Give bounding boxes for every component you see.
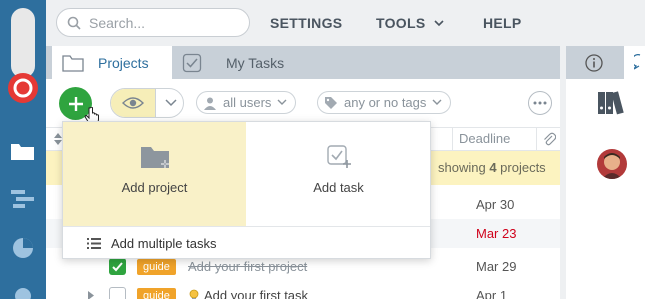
right-panel-tabs xyxy=(566,46,645,79)
sort-icon[interactable] xyxy=(54,133,62,145)
info-icon xyxy=(584,53,603,72)
chevron-down-icon xyxy=(432,99,442,105)
attachments-column-header[interactable] xyxy=(536,128,560,150)
toolbar: all users any or no tags xyxy=(46,79,560,127)
tab-my-tasks[interactable]: My Tasks xyxy=(182,46,284,79)
task-checkbox-checked[interactable] xyxy=(109,258,126,275)
chat-icon xyxy=(634,54,641,70)
row-deadline: Apr 1 xyxy=(476,288,508,299)
chat-tab[interactable] xyxy=(624,46,645,79)
sidebar-timeline-icon[interactable] xyxy=(7,183,39,215)
nav-tools[interactable]: TOOLS xyxy=(376,15,445,31)
tags-filter[interactable]: any or no tags xyxy=(317,91,452,114)
tag-badge[interactable]: guide xyxy=(137,259,176,275)
add-project-option[interactable]: Add project xyxy=(63,122,246,226)
tab-my-tasks-label: My Tasks xyxy=(226,54,285,71)
deadline-column-header[interactable]: Deadline xyxy=(452,128,536,150)
add-menu-popup: Add project Add task Add multiple tasks xyxy=(62,121,431,259)
table-row[interactable]: guide Add your first task Apr 1 xyxy=(46,281,560,299)
nav-help[interactable]: HELP xyxy=(483,15,522,31)
row-deadline: Mar 29 xyxy=(476,259,517,274)
task-checkbox[interactable] xyxy=(109,287,126,299)
users-filter-label: all users xyxy=(223,95,272,110)
results-count-text: showing 4 projects xyxy=(438,151,546,185)
banner-suffix: projects xyxy=(496,160,546,175)
chevron-down-icon xyxy=(434,20,444,27)
add-multiple-tasks-label: Add multiple tasks xyxy=(111,235,217,251)
tags-filter-label: any or no tags xyxy=(344,95,427,110)
checkbox-icon xyxy=(182,53,202,72)
sidebar-settings-icon[interactable] xyxy=(7,280,39,299)
tab-projects[interactable]: Projects xyxy=(52,46,172,79)
right-panel xyxy=(566,46,645,299)
add-task-label: Add task xyxy=(313,180,364,195)
eye-icon xyxy=(122,97,144,109)
row-deadline-overdue: Mar 23 xyxy=(476,226,517,241)
row-deadline: Apr 30 xyxy=(476,197,515,212)
main-tabs: Projects My Tasks xyxy=(46,46,560,79)
plus-icon xyxy=(68,96,83,111)
view-mode-toggle[interactable] xyxy=(110,88,184,118)
eye-icon-button[interactable] xyxy=(111,89,155,117)
more-icon xyxy=(533,101,547,105)
tag-icon xyxy=(325,96,337,109)
app-logo[interactable] xyxy=(6,8,40,108)
task-title[interactable]: Add your first task xyxy=(204,281,308,299)
expand-arrow-icon[interactable] xyxy=(88,291,94,299)
more-options-button[interactable] xyxy=(528,91,552,115)
left-sidebar xyxy=(0,0,46,299)
nav-tools-label: TOOLS xyxy=(376,15,426,31)
avatar[interactable] xyxy=(597,149,627,179)
lightbulb-icon xyxy=(189,289,199,299)
banner-count: 4 xyxy=(489,160,497,175)
add-task-option[interactable]: Add task xyxy=(247,122,430,226)
task-add-icon xyxy=(326,145,351,168)
sidebar-reports-icon[interactable] xyxy=(7,232,39,264)
chevron-down-icon xyxy=(164,99,177,107)
banner-prefix: showing xyxy=(438,160,490,175)
add-project-label: Add project xyxy=(121,180,188,195)
folder-icon xyxy=(62,54,84,72)
user-icon xyxy=(204,97,216,110)
info-tab[interactable] xyxy=(566,46,621,79)
add-multiple-tasks-option[interactable]: Add multiple tasks xyxy=(63,226,430,259)
view-dropdown[interactable] xyxy=(155,89,183,117)
search-icon xyxy=(67,16,81,30)
search-placeholder: Search... xyxy=(89,14,146,31)
chevron-down-icon xyxy=(277,99,287,105)
paperclip-icon xyxy=(543,132,556,146)
nav-settings[interactable]: SETTINGS xyxy=(270,15,342,31)
search-input[interactable]: Search... xyxy=(56,8,250,37)
top-bar: Search... SETTINGS TOOLS HELP xyxy=(46,0,645,46)
folder-add-icon xyxy=(140,147,169,168)
users-filter[interactable]: all users xyxy=(196,91,297,114)
checkmark-icon xyxy=(112,262,123,272)
sidebar-projects-icon[interactable] xyxy=(7,135,39,167)
list-icon xyxy=(87,237,101,249)
tab-projects-label: Projects xyxy=(98,54,149,71)
tag-badge[interactable]: guide xyxy=(137,288,176,299)
binders-icon[interactable] xyxy=(597,90,629,116)
